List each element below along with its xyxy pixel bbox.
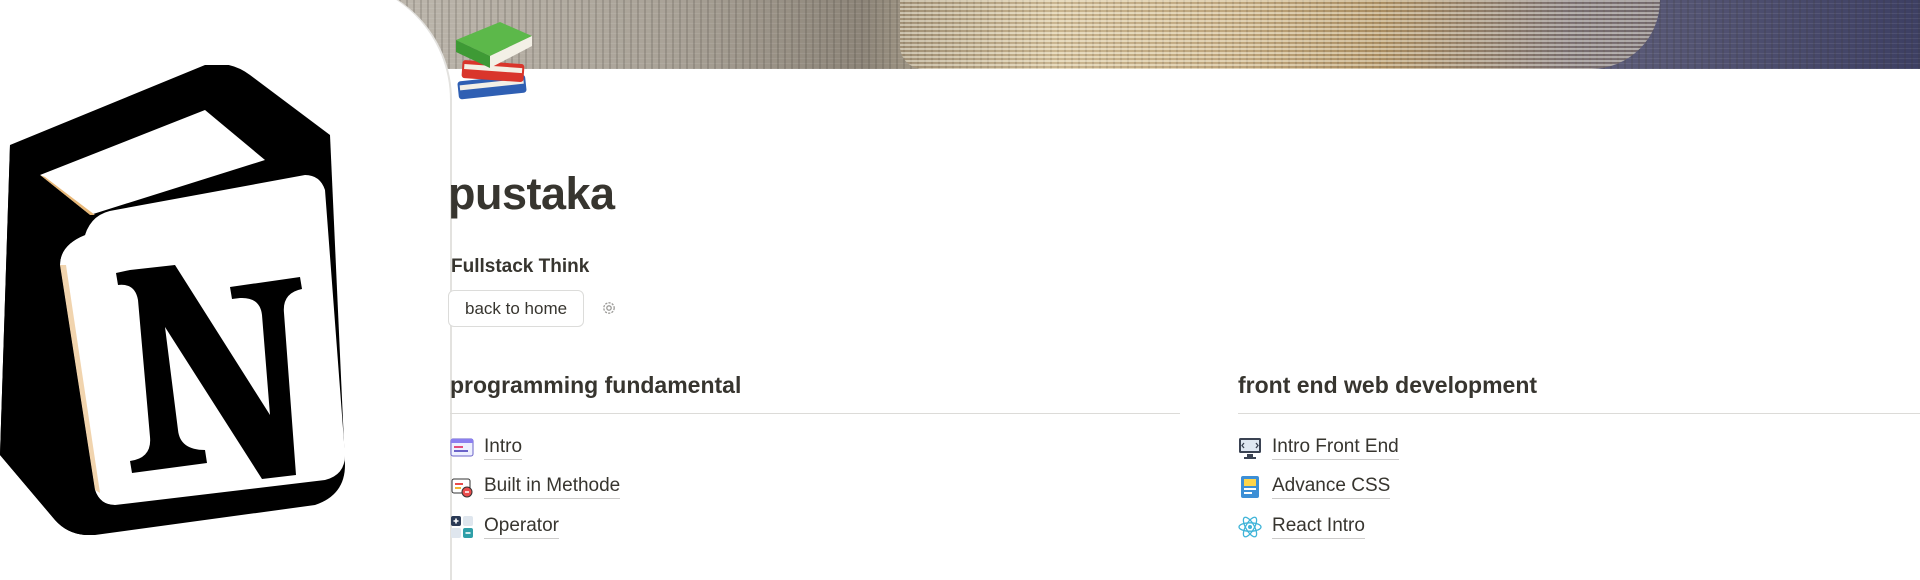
section-front-end-web-development: front end web development Intro Front En…	[1238, 372, 1920, 547]
gear-icon[interactable]	[601, 300, 617, 321]
page-title: pustaka	[448, 168, 615, 219]
notion-logo-icon	[0, 65, 345, 535]
list-item[interactable]: React Intro	[1238, 507, 1920, 547]
section-heading: front end web development	[1238, 372, 1920, 414]
list-item[interactable]: Built in Methode	[450, 468, 1180, 508]
section-programming-fundamental: programming fundamental Intro Built in M…	[450, 372, 1180, 547]
list-item[interactable]: Operator	[450, 507, 1180, 547]
list-item[interactable]: Intro Front End	[1238, 428, 1920, 468]
browser-window-icon	[450, 436, 474, 460]
back-to-home-button[interactable]: back to home	[448, 290, 585, 327]
css-file-icon	[1238, 475, 1262, 499]
list-item[interactable]: Advance CSS	[1238, 468, 1920, 508]
calculator-symbols-icon	[450, 515, 474, 539]
notion-logo	[0, 0, 450, 580]
list-item[interactable]: Intro	[450, 428, 1180, 468]
page-subtitle: Fullstack Think	[451, 256, 590, 277]
react-atom-icon	[1238, 515, 1262, 539]
section-heading: programming fundamental	[450, 372, 1180, 414]
monitor-code-icon	[1238, 436, 1262, 460]
toolbox-icon	[450, 475, 474, 499]
